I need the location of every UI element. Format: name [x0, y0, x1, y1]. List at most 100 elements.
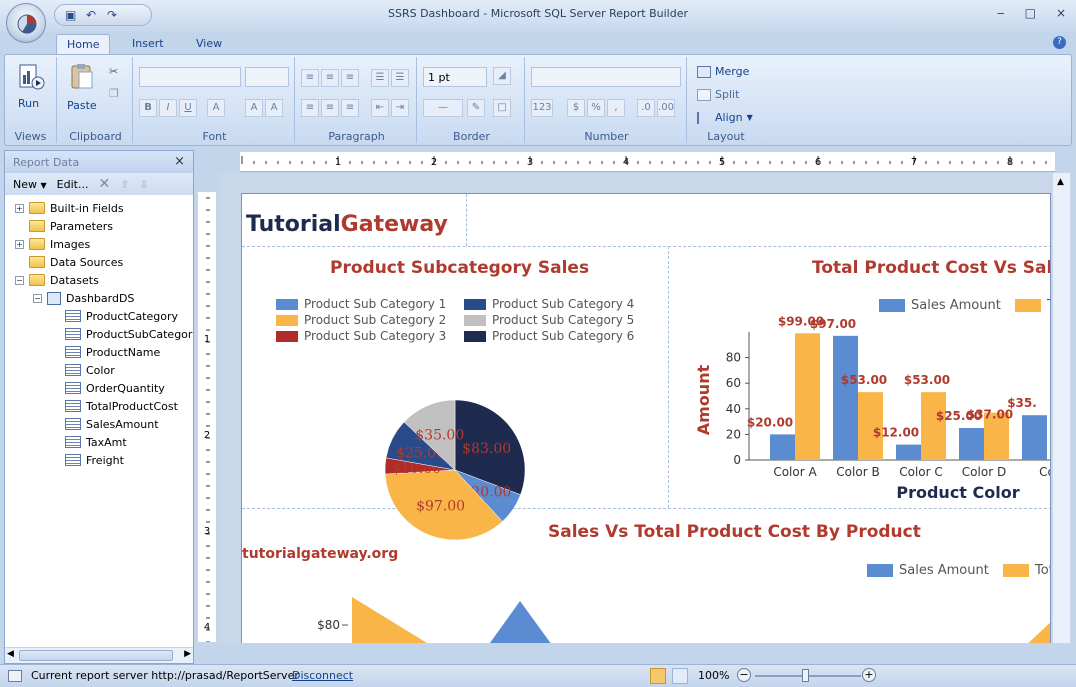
horizontal-scrollbar[interactable]: ◀ ▶ — [5, 647, 193, 663]
zoom-out-icon[interactable]: − — [737, 668, 751, 682]
align-left-button[interactable]: ≡ — [301, 99, 319, 117]
tree-item[interactable]: Color — [51, 361, 115, 379]
border-color-button[interactable]: ◢ — [493, 67, 511, 85]
tree-item[interactable]: + Built-in Fields — [15, 199, 124, 217]
design-canvas[interactable]: TutorialGateway Product Subcategory Sale… — [219, 173, 1071, 643]
bar-chart[interactable]: 0 20 40 60 80 Amount Product Color Color A $20.0… — [669, 308, 1051, 508]
currency-button[interactable]: $ — [567, 99, 585, 117]
report-body[interactable]: TutorialGateway Product Subcategory Sale… — [241, 193, 1051, 643]
border-box-button[interactable]: □ — [493, 99, 511, 117]
border-style-button[interactable]: — — [423, 99, 463, 117]
tree-item[interactable]: Parameters — [15, 217, 113, 235]
font-size-dropdown[interactable] — [245, 67, 289, 87]
copy-icon[interactable]: ❐ — [109, 87, 119, 100]
underline-button[interactable]: U — [179, 99, 197, 117]
design-view-icon[interactable] — [650, 668, 666, 684]
tree-item[interactable]: TotalProductCost — [51, 397, 178, 415]
pie-chart[interactable]: $83.00$20.00$97.00$10.00$25.00$35.00 — [242, 350, 668, 550]
disconnect-link[interactable]: Disconnect — [292, 669, 353, 682]
move-up-icon[interactable]: ⇧ — [120, 178, 129, 191]
tree-item[interactable]: OrderQuantity — [51, 379, 165, 397]
scroll-up-icon[interactable]: ▲ — [1057, 177, 1064, 187]
tab-home[interactable]: Home — [56, 34, 111, 54]
expander-icon[interactable]: + — [15, 239, 24, 249]
zoom-slider-thumb[interactable] — [802, 669, 809, 682]
close-icon[interactable]: × — [174, 154, 185, 169]
tree-item[interactable]: − Datasets — [15, 271, 99, 289]
legend-label: Product Sub Category 6 — [492, 329, 635, 343]
increase-indent-button[interactable]: ⇥ — [391, 99, 409, 117]
scroll-left-icon[interactable]: ◀ — [7, 649, 14, 659]
delete-icon[interactable]: ✕ — [98, 176, 110, 192]
tree-item[interactable]: + Images — [15, 235, 90, 253]
border-group-label: Border — [453, 130, 490, 143]
scroll-right-icon[interactable]: ▶ — [184, 649, 191, 659]
expander-icon[interactable]: − — [33, 293, 42, 303]
tree-item[interactable]: SalesAmount — [51, 415, 159, 433]
edit-button[interactable]: Edit... — [57, 178, 89, 191]
tab-insert[interactable]: Insert — [122, 34, 174, 54]
comma-button[interactable]: , — [607, 99, 625, 117]
tree-item[interactable]: − DashbardDS — [33, 289, 134, 307]
align-button[interactable]: Align ▼ — [697, 111, 753, 124]
italic-button[interactable]: I — [159, 99, 177, 117]
align-right-button[interactable]: ≡ — [341, 99, 359, 117]
bullets-button[interactable]: ☰ — [371, 69, 389, 87]
ruler-number: 6 — [815, 157, 821, 168]
tab-view[interactable]: View — [186, 34, 232, 54]
tree-item[interactable]: TaxAmt — [51, 433, 127, 451]
run-button[interactable]: Run — [13, 63, 49, 113]
split-button[interactable]: Split — [697, 88, 739, 101]
clipboard-group-label: Clipboard — [69, 130, 122, 143]
help-icon[interactable]: ? — [1053, 36, 1066, 49]
y-axis-title: Amount — [694, 364, 713, 435]
window-title: SSRS Dashboard - Microsoft SQL Server Re… — [388, 7, 688, 20]
decrease-decimal-button[interactable]: .00 — [657, 99, 675, 117]
cut-icon[interactable]: ✂ — [109, 65, 118, 78]
decrease-indent-button[interactable]: ⇤ — [371, 99, 389, 117]
logo: TutorialGateway — [246, 212, 448, 237]
area-chart[interactable]: $80 — [242, 589, 1051, 643]
expander-icon[interactable]: + — [15, 203, 24, 213]
zoom-in-icon[interactable]: + — [862, 668, 876, 682]
numbering-button[interactable]: ☰ — [391, 69, 409, 87]
align-bottom-button[interactable]: ≡ — [341, 69, 359, 87]
placeholder-button[interactable]: 123 — [531, 99, 553, 117]
pen-icon[interactable]: ✎ — [467, 99, 485, 117]
font-color-button[interactable]: A — [207, 99, 225, 117]
percent-button[interactable]: % — [587, 99, 605, 117]
grow-font-button[interactable]: A — [245, 99, 263, 117]
tree-item[interactable]: ProductCategory — [51, 307, 178, 325]
align-middle-button[interactable]: ≡ — [321, 69, 339, 87]
area-series — [489, 601, 551, 643]
legend-item: Product Sub Category 2 — [276, 313, 446, 327]
font-family-dropdown[interactable] — [139, 67, 241, 87]
move-down-icon[interactable]: ⇩ — [139, 178, 148, 191]
legend-label: Product Sub Category 1 — [304, 297, 447, 311]
merge-icon — [697, 65, 711, 78]
align-top-button[interactable]: ≡ — [301, 69, 319, 87]
maximize-button[interactable]: □ — [1025, 6, 1036, 20]
close-button[interactable]: × — [1056, 6, 1066, 20]
application-button[interactable] — [6, 3, 46, 43]
vertical-scrollbar[interactable]: ▲ — [1053, 173, 1070, 643]
tree-item[interactable]: Data Sources — [15, 253, 123, 271]
align-center-button[interactable]: ≡ — [321, 99, 339, 117]
scrollbar-thumb[interactable] — [19, 650, 173, 661]
shrink-font-button[interactable]: A — [265, 99, 283, 117]
tree-item[interactable]: Freight — [51, 451, 124, 469]
paste-button[interactable]: Paste — [65, 63, 99, 113]
tree-item[interactable]: ProductSubCategor — [51, 325, 192, 343]
preview-icon[interactable] — [672, 668, 688, 684]
border-width-dropdown[interactable]: 1 pt — [423, 67, 487, 87]
new-button[interactable]: New ▼ — [13, 178, 47, 191]
expander-icon[interactable]: − — [15, 275, 24, 285]
bold-button[interactable]: B — [139, 99, 157, 117]
minimize-button[interactable]: ‒ — [997, 6, 1005, 20]
merge-button[interactable]: Merge — [697, 65, 749, 78]
run-label: Run — [18, 97, 40, 110]
report-data-header: Report Data × — [5, 151, 193, 173]
number-format-dropdown[interactable] — [531, 67, 681, 87]
increase-decimal-button[interactable]: .0 — [637, 99, 655, 117]
tree-item[interactable]: ProductName — [51, 343, 160, 361]
